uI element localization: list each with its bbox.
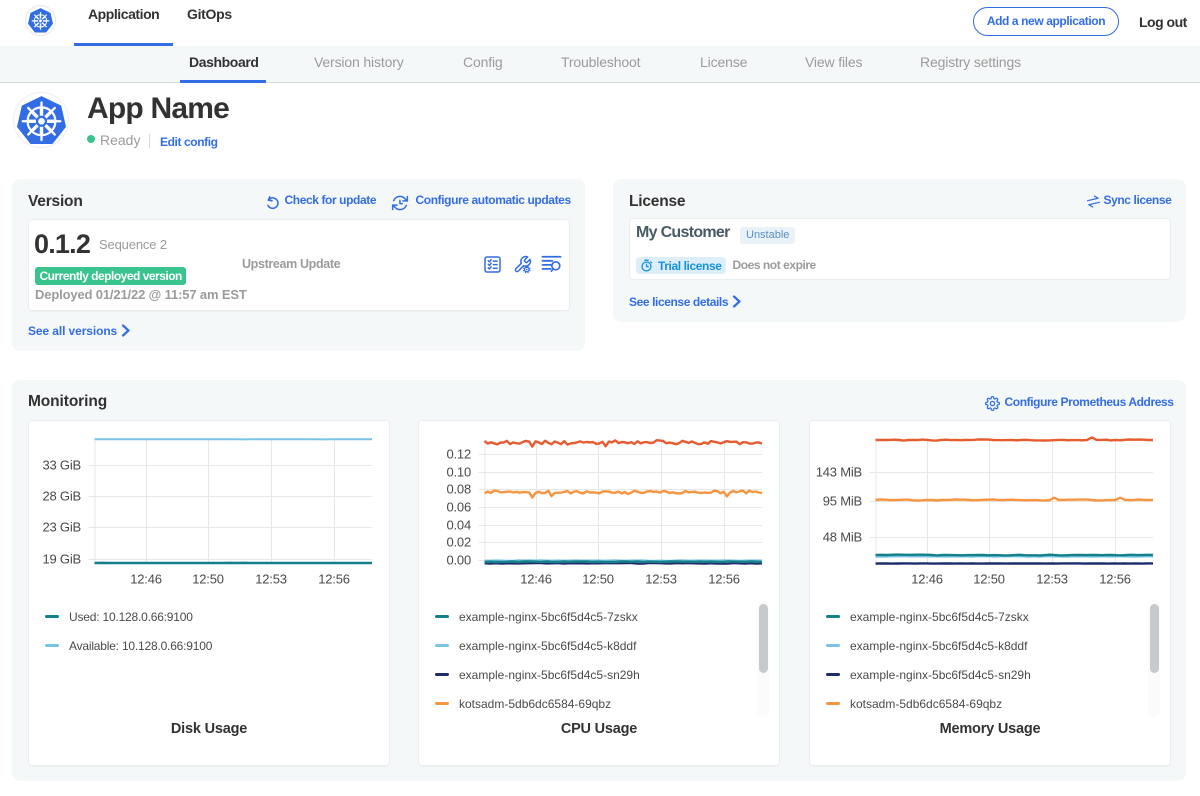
svg-text:12:50: 12:50 bbox=[582, 572, 614, 587]
svg-text:12:50: 12:50 bbox=[192, 572, 224, 587]
svg-text:143 MiB: 143 MiB bbox=[816, 465, 862, 480]
svg-text:0.04: 0.04 bbox=[446, 518, 471, 533]
svg-text:48 MiB: 48 MiB bbox=[823, 530, 862, 545]
svg-text:0.00: 0.00 bbox=[446, 553, 471, 568]
svg-text:12:53: 12:53 bbox=[255, 572, 287, 587]
svg-text:12:46: 12:46 bbox=[520, 572, 552, 587]
svg-text:33 GiB: 33 GiB bbox=[42, 458, 81, 473]
svg-text:0.02: 0.02 bbox=[446, 535, 471, 550]
svg-text:12:56: 12:56 bbox=[1099, 572, 1131, 587]
svg-text:28 GiB: 28 GiB bbox=[42, 489, 81, 504]
svg-text:0.10: 0.10 bbox=[446, 465, 471, 480]
svg-text:12:56: 12:56 bbox=[708, 572, 740, 587]
svg-text:12:46: 12:46 bbox=[911, 572, 943, 587]
svg-text:19 GiB: 19 GiB bbox=[42, 552, 81, 567]
svg-text:95 MiB: 95 MiB bbox=[823, 494, 862, 509]
svg-text:23 GiB: 23 GiB bbox=[42, 520, 81, 535]
svg-text:0.08: 0.08 bbox=[446, 482, 471, 497]
svg-text:0.06: 0.06 bbox=[446, 500, 471, 515]
svg-text:12:53: 12:53 bbox=[645, 572, 677, 587]
svg-text:12:53: 12:53 bbox=[1036, 572, 1068, 587]
svg-text:12:50: 12:50 bbox=[973, 572, 1005, 587]
svg-text:12:46: 12:46 bbox=[130, 572, 162, 587]
svg-text:12:56: 12:56 bbox=[318, 572, 350, 587]
svg-text:0.12: 0.12 bbox=[446, 447, 471, 462]
